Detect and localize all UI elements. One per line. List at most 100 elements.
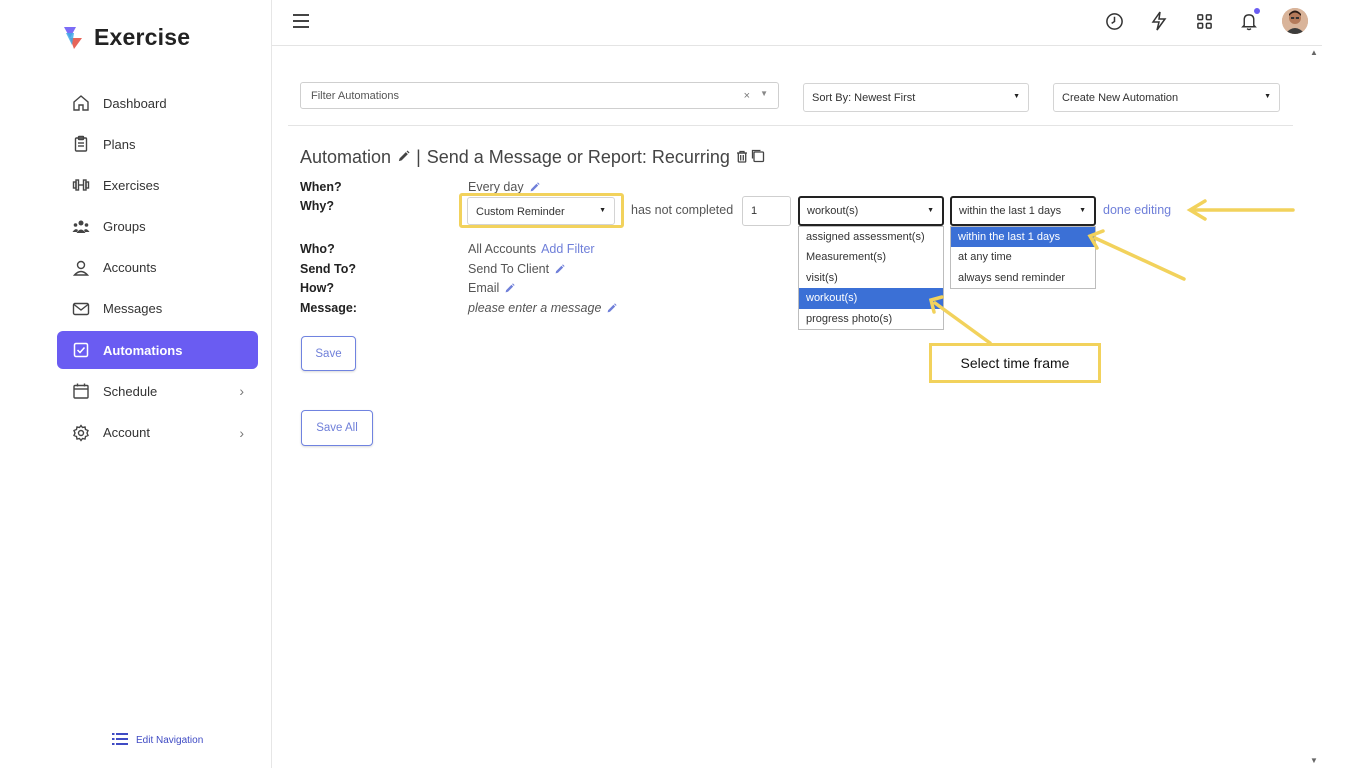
sidebar-item-label: Schedule [103,383,158,399]
caret-down-icon: ▼ [1264,93,1271,100]
clipboard-icon [71,134,91,154]
item-option[interactable]: visit(s) [799,268,943,288]
sidebar-item-label: Dashboard [103,95,167,111]
count-input[interactable]: 1 [742,196,791,226]
menu-icon[interactable] [293,14,309,28]
pencil-icon[interactable] [529,182,540,192]
user-icon [71,258,91,278]
sidebar-item-label: Groups [103,219,146,235]
copy-icon[interactable] [750,147,765,168]
callout-text: Select time frame [960,355,1070,371]
callout-box: Select time frame [929,343,1101,383]
divider [288,125,1293,126]
how-value-text: Email [468,281,500,295]
scroll-up-arrow[interactable]: ▲ [1310,48,1318,57]
logo-icon [60,25,86,51]
edit-navigation-link[interactable]: Edit Navigation [112,733,203,748]
avatar[interactable] [1282,8,1308,34]
add-filter-link[interactable]: Add Filter [541,242,595,256]
checkbox-icon [71,340,91,360]
message-label: Message: [300,301,357,315]
edit-navigation-label: Edit Navigation [136,735,204,746]
sidebar-item-account[interactable]: Account › [57,414,258,452]
list-icon [112,733,128,748]
save-all-button[interactable]: Save All [301,410,373,446]
dumbbell-icon [71,175,91,195]
caret-down-icon: ▼ [1013,93,1020,100]
home-icon [71,93,91,113]
count-input-value: 1 [751,205,758,217]
item-select[interactable]: workout(s) ▼ [798,196,944,226]
time-option[interactable]: at any time [951,247,1095,267]
title-separator: | [416,147,421,167]
trash-icon[interactable] [736,147,748,168]
has-not-completed-text: has not completed [631,203,734,217]
time-frame-select[interactable]: within the last 1 days ▼ [950,196,1096,226]
edit-pencil-icon[interactable] [397,147,410,168]
item-option[interactable]: progress photo(s) [799,309,943,329]
how-label: How? [300,281,335,295]
bell-icon[interactable] [1237,8,1261,33]
time-dropdown-list: within the last 1 days at any time alway… [950,226,1096,290]
message-value[interactable]: please enter a message [468,301,618,315]
sidebar-item-label: Account [103,425,150,440]
who-value-text: All Accounts [468,242,537,256]
highlight-box [459,193,624,228]
filter-placeholder: Filter Automations [311,90,400,102]
item-option[interactable]: assigned assessment(s) [799,227,943,247]
time-frame-select-value: within the last 1 days [959,205,1062,217]
item-select-value: workout(s) [807,205,859,217]
app-name: Exercise [94,24,191,50]
calendar-icon [71,381,91,401]
clear-filter-icon[interactable]: × [744,90,750,102]
chevron-right-icon: › [239,383,244,400]
apps-grid-icon[interactable] [1192,9,1216,33]
caret-down-icon: ▼ [1079,207,1086,214]
sidebar-item-schedule[interactable]: Schedule › [57,372,258,410]
sidebar-item-messages[interactable]: Messages [57,290,258,328]
send-to-value[interactable]: Send To Client [468,262,565,276]
title-prefix: Automation [300,147,392,167]
users-icon [71,217,91,237]
caret-down-icon[interactable]: ▼ [760,89,768,98]
top-icons [1102,8,1308,34]
when-value[interactable]: Every day [468,180,540,194]
send-to-value-text: Send To Client [468,262,550,276]
time-option[interactable]: always send reminder [951,268,1095,288]
how-value[interactable]: Email [468,281,515,295]
item-dropdown-list: assigned assessment(s) Measurement(s) vi… [798,226,944,330]
why-label: Why? [300,199,335,213]
clock-icon[interactable] [1102,9,1126,33]
sidebar-item-groups[interactable]: Groups [57,208,258,246]
lightning-icon[interactable] [1147,9,1171,33]
sidebar-item-dashboard[interactable]: Dashboard [57,84,258,122]
pencil-icon[interactable] [554,264,565,274]
sidebar-item-label: Exercises [103,177,160,193]
sidebar-item-accounts[interactable]: Accounts [57,249,258,287]
time-option-selected[interactable]: within the last 1 days [951,227,1095,248]
pencil-icon[interactable] [606,303,618,313]
when-label: When? [300,180,342,194]
pencil-icon[interactable] [504,283,515,293]
gear-icon [71,423,91,443]
app-logo[interactable]: Exercise [60,24,190,51]
done-editing-link[interactable]: done editing [1103,203,1171,217]
top-bar [272,0,1322,46]
sidebar-item-automations[interactable]: Automations [57,331,258,370]
filter-automations-input[interactable]: Filter Automations × ▼ [300,82,779,109]
item-option-selected[interactable]: workout(s) [799,288,943,309]
who-value: All Accounts Add Filter [468,242,595,256]
chevron-right-icon: › [239,424,244,441]
sidebar-item-label: Automations [103,342,183,358]
sidebar-item-plans[interactable]: Plans [57,125,258,163]
sidebar-item-label: Plans [103,136,136,152]
sidebar-item-exercises[interactable]: Exercises [57,166,258,204]
scroll-down-arrow[interactable]: ▼ [1310,756,1318,765]
create-automation-select[interactable]: Create New Automation ▼ [1053,83,1280,112]
create-automation-value: Create New Automation [1062,92,1179,104]
item-option[interactable]: Measurement(s) [799,247,943,267]
notification-dot [1254,8,1260,14]
save-button[interactable]: Save [301,336,356,371]
caret-down-icon: ▼ [927,207,934,214]
sort-select[interactable]: Sort By: Newest First ▼ [803,83,1029,112]
